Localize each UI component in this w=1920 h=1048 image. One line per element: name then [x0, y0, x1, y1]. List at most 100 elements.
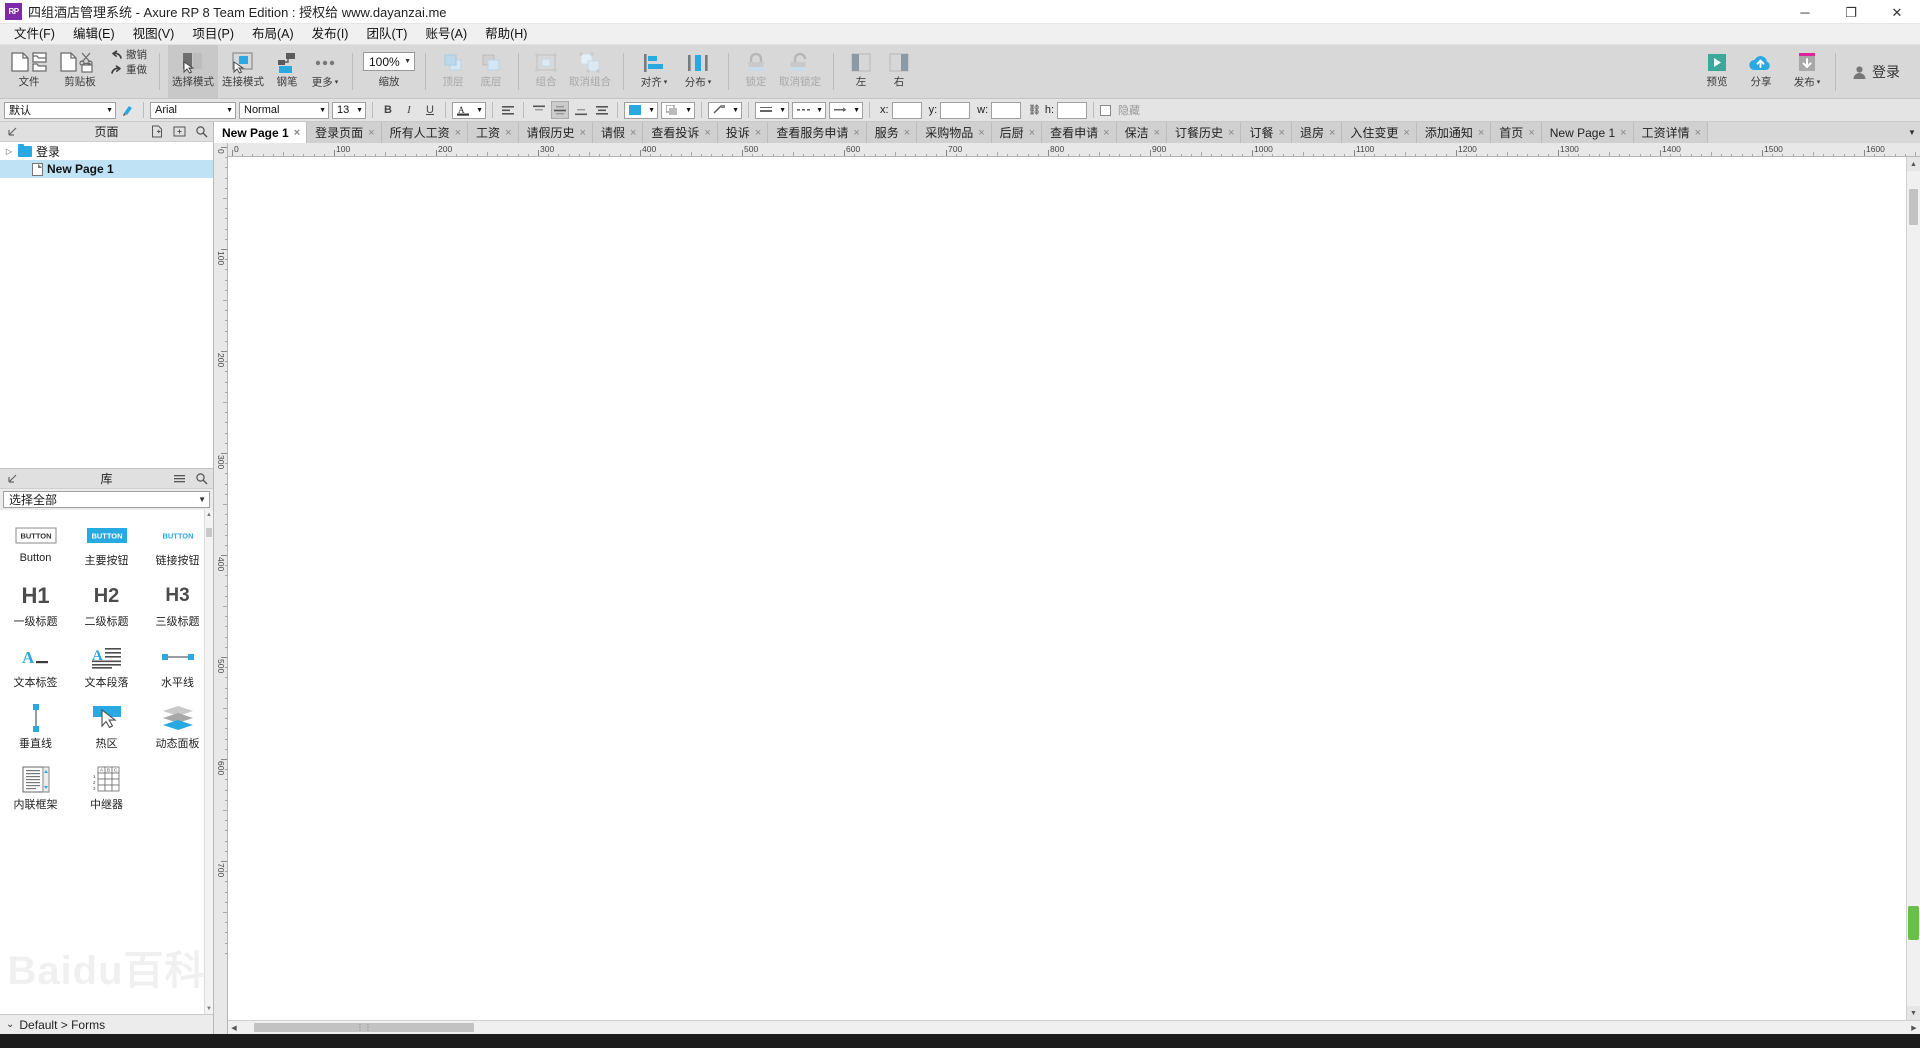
- tab-salary[interactable]: 工资 ×: [468, 122, 519, 143]
- tab-salary-detail[interactable]: 工资详情 ×: [1633, 122, 1709, 143]
- horizontal-scroll-thumb[interactable]: ⋮⋮: [254, 1023, 474, 1032]
- shadow-select[interactable]: ▼: [661, 101, 695, 119]
- style-paint-icon[interactable]: [119, 101, 137, 119]
- library-item-primary-button[interactable]: BUTTON 主要按钮: [71, 516, 142, 577]
- valign-bottom-button[interactable]: [572, 101, 590, 119]
- tab-view-service-request[interactable]: 查看服务申请 ×: [768, 122, 867, 143]
- canvas-horizontal-scrollbar[interactable]: ◀ ⋮⋮ ▶: [228, 1020, 1920, 1034]
- menu-layout[interactable]: 布局(A): [243, 24, 303, 45]
- hidden-checkbox[interactable]: [1100, 104, 1112, 116]
- menu-help[interactable]: 帮助(H): [476, 24, 536, 45]
- tree-item-login-folder[interactable]: ▷ 登录: [0, 142, 213, 160]
- collapse-arrow-icon[interactable]: [4, 124, 20, 140]
- tab-meal-order[interactable]: 订餐 ×: [1241, 122, 1292, 143]
- vertical-ruler[interactable]: 0 100 200 300 400 500 600 700: [214, 143, 228, 1034]
- library-item-heading3[interactable]: H3 三级标题: [142, 577, 213, 638]
- font-weight-select[interactable]: Normal ▼: [239, 101, 329, 119]
- tab-meal-order-history[interactable]: 订餐历史 ×: [1167, 122, 1242, 143]
- tab-view-complaint[interactable]: 查看投诉 ×: [643, 122, 718, 143]
- ungroup-button[interactable]: 取消组合: [565, 45, 615, 98]
- close-icon[interactable]: ×: [1228, 127, 1234, 139]
- line-style-select[interactable]: ▼: [792, 101, 826, 119]
- library-item-inline-frame[interactable]: 内联框架: [0, 760, 71, 821]
- x-input[interactable]: [891, 101, 922, 119]
- menu-view[interactable]: 视图(V): [124, 24, 184, 45]
- tab-complaint[interactable]: 投诉 ×: [717, 122, 769, 143]
- share-button[interactable]: 分享: [1739, 45, 1783, 99]
- font-family-select[interactable]: Arial ▼: [150, 101, 236, 119]
- collapse-arrow-icon[interactable]: [4, 471, 20, 487]
- tab-leave[interactable]: 请假 ×: [592, 122, 644, 143]
- clipboard-button[interactable]: 剪贴板: [54, 45, 106, 98]
- scroll-left-arrow-icon[interactable]: ◀: [228, 1024, 240, 1032]
- tab-overflow-button[interactable]: ▼: [1904, 122, 1920, 143]
- menu-team[interactable]: 团队(T): [357, 24, 416, 45]
- design-canvas[interactable]: [228, 157, 1906, 1020]
- italic-button[interactable]: I: [400, 101, 418, 119]
- menu-account[interactable]: 账号(A): [416, 24, 476, 45]
- close-icon[interactable]: ×: [1329, 127, 1335, 139]
- scroll-up-arrow-icon[interactable]: ▲: [206, 512, 212, 518]
- tab-view-application[interactable]: 查看申请 ×: [1042, 122, 1117, 143]
- close-icon[interactable]: ×: [580, 127, 586, 139]
- group-button[interactable]: 组合: [527, 45, 565, 98]
- tab-kitchen[interactable]: 后厨 ×: [991, 122, 1043, 143]
- lock-button[interactable]: 锁定: [737, 45, 775, 98]
- search-icon[interactable]: [193, 471, 209, 487]
- library-item-text-paragraph[interactable]: A 文本段落: [71, 638, 142, 699]
- tab-login-page[interactable]: 登录页面 ×: [307, 122, 382, 143]
- tab-purchase-items[interactable]: 采购物品 ×: [917, 122, 992, 143]
- minimize-icon[interactable]: ─: [1782, 0, 1828, 24]
- close-icon[interactable]: ×: [978, 127, 984, 139]
- library-item-heading1[interactable]: H1 一级标题: [0, 577, 71, 638]
- arrow-style-select[interactable]: ▼: [829, 101, 863, 119]
- y-input[interactable]: [940, 101, 971, 119]
- close-icon[interactable]: ×: [630, 127, 636, 139]
- tab-checkin-change[interactable]: 入住变更 ×: [1342, 122, 1417, 143]
- close-icon[interactable]: ×: [1403, 127, 1409, 139]
- library-item-hotspot[interactable]: 热区: [71, 699, 142, 760]
- menu-file[interactable]: 文件(F): [5, 24, 64, 45]
- library-item-text-label[interactable]: A 文本标签: [0, 638, 71, 699]
- library-item-heading2[interactable]: H2 二级标题: [71, 577, 142, 638]
- close-icon[interactable]: ×: [853, 127, 859, 139]
- close-icon[interactable]: ×: [1620, 127, 1626, 139]
- close-icon[interactable]: ×: [1279, 127, 1285, 139]
- expander-icon[interactable]: ▷: [4, 147, 14, 156]
- tree-item-new-page-1[interactable]: New Page 1: [0, 160, 213, 178]
- menu-publish[interactable]: 发布(I): [303, 24, 358, 45]
- scroll-down-arrow-icon[interactable]: ▼: [1907, 1006, 1920, 1020]
- right-pane-button[interactable]: 右: [880, 45, 918, 98]
- valign-middle-button[interactable]: [551, 101, 569, 119]
- tab-service[interactable]: 服务 ×: [866, 122, 918, 143]
- scroll-down-arrow-icon[interactable]: ▼: [206, 1006, 212, 1012]
- select-mode-button[interactable]: 选择模式: [168, 45, 218, 98]
- library-item-repeater[interactable]: ABC 123 中继器: [71, 760, 142, 821]
- close-icon[interactable]: ×: [755, 127, 761, 139]
- align-button[interactable]: 对齐 ▾: [632, 45, 676, 98]
- publish-button[interactable]: 发布 ▾: [1783, 45, 1831, 99]
- tab-housekeeping[interactable]: 保洁 ×: [1116, 122, 1168, 143]
- close-icon[interactable]: ×: [1154, 127, 1160, 139]
- close-icon[interactable]: ×: [368, 127, 374, 139]
- line-color-select[interactable]: ▼: [708, 101, 742, 119]
- file-button[interactable]: 文件: [4, 45, 54, 98]
- underline-button[interactable]: U: [421, 101, 439, 119]
- library-scrollbar[interactable]: ▲ ▼: [204, 510, 213, 1014]
- close-icon[interactable]: ×: [904, 127, 910, 139]
- tab-home[interactable]: 首页 ×: [1491, 122, 1542, 143]
- tab-new-page-1[interactable]: New Page 1 ×: [214, 122, 308, 143]
- menu-edit[interactable]: 编辑(E): [64, 24, 124, 45]
- horizontal-ruler[interactable]: 0 100 200 300 400 500 600 700 800 900 1000 1100 1200…: [228, 143, 1920, 157]
- close-icon[interactable]: ×: [294, 127, 300, 139]
- library-item-dynamic-panel[interactable]: 动态面板: [142, 699, 213, 760]
- close-icon[interactable]: ×: [505, 127, 511, 139]
- close-icon[interactable]: ✕: [1874, 0, 1920, 24]
- zoom-select[interactable]: 100% ▼: [363, 52, 415, 71]
- library-footer[interactable]: ⌄ Default > Forms: [0, 1014, 213, 1034]
- menu-project[interactable]: 项目(P): [183, 24, 243, 45]
- vertical-scroll-thumb[interactable]: [1909, 189, 1918, 225]
- w-input[interactable]: [991, 101, 1022, 119]
- close-icon[interactable]: ×: [704, 127, 710, 139]
- scroll-up-arrow-icon[interactable]: ▲: [1907, 157, 1920, 171]
